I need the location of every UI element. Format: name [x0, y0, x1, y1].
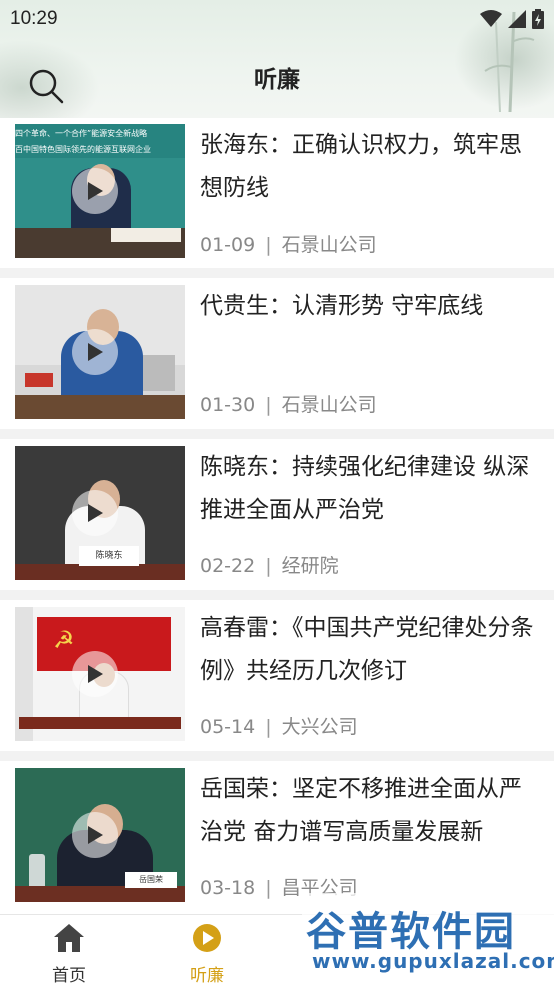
nameplate: 陈晓东 — [79, 546, 139, 566]
tab-listen[interactable]: 听廉 — [167, 923, 247, 984]
signal-icon — [508, 10, 526, 28]
item-title[interactable]: 陈晓东：持续强化纪律建设 纵深推进全面从严治党 — [200, 446, 535, 532]
item-source: 大兴公司 — [281, 716, 358, 738]
play-icon — [72, 490, 118, 536]
play-icon — [72, 651, 118, 697]
tab-label: 听廉 — [190, 966, 224, 984]
header: 10:29 听廉 — [0, 0, 554, 118]
item-date: 02-22 — [200, 555, 256, 577]
wifi-icon — [480, 10, 502, 27]
video-thumbnail[interactable]: 岳国荣 — [15, 768, 185, 902]
battery-icon — [532, 9, 544, 29]
list-item[interactable]: 岳国荣 岳国荣：坚定不移推进全面从严治党 奋力谱写高质量发展新 03-18 | 昌平… — [0, 761, 554, 914]
item-date: 05-14 — [200, 716, 256, 738]
list-item[interactable]: ☭ 高春雷：《中国共产党纪律处分条例》共经历几次修订 05-14 | 大兴公司 — [0, 600, 554, 751]
list-item[interactable]: 代贵生：认清形势 守牢底线 01-30 | 石景山公司 — [0, 278, 554, 429]
status-bar: 10:29 — [0, 0, 554, 38]
thumbnail-caption: 四个革命、一个合作”能源安全新战略 — [15, 129, 148, 138]
watermark: 谷普软件园 www.gupuxlazal.com — [302, 893, 554, 984]
item-title[interactable]: 高春雷：《中国共产党纪律处分条例》共经历几次修订 — [200, 607, 535, 693]
tab-home[interactable]: 首页 — [29, 923, 109, 984]
video-thumbnail[interactable]: ☭ — [15, 607, 185, 741]
play-circle-icon — [193, 924, 221, 952]
item-source: 经研院 — [281, 555, 339, 577]
item-source: 石景山公司 — [281, 234, 377, 256]
item-source: 石景山公司 — [281, 394, 377, 416]
watermark-url: www.gupuxlazal.com — [312, 949, 554, 973]
play-icon — [72, 812, 118, 858]
nameplate: 岳国荣 — [125, 872, 177, 888]
page-title: 听廉 — [254, 67, 300, 93]
play-icon — [72, 168, 118, 214]
item-date: 01-30 — [200, 394, 256, 416]
item-meta: 02-22 | 经研院 — [200, 555, 339, 577]
item-title[interactable]: 张海东：正确认识权力，筑牢思想防线 — [200, 124, 535, 210]
item-title[interactable]: 岳国荣：坚定不移推进全面从严治党 奋力谱写高质量发展新 — [200, 768, 535, 854]
item-date: 03-18 — [200, 877, 256, 899]
video-thumbnail[interactable]: 陈晓东 — [15, 446, 185, 580]
tab-label: 首页 — [52, 966, 86, 984]
play-icon — [72, 329, 118, 375]
emblem-icon: ☭ — [53, 626, 75, 654]
home-icon — [54, 924, 84, 952]
thumbnail-caption: 百中国特色国际领先的能源互联网企业 — [15, 145, 151, 154]
list-item[interactable]: 陈晓东 陈晓东：持续强化纪律建设 纵深推进全面从严治党 02-22 | 经研院 — [0, 439, 554, 590]
item-title[interactable]: 代贵生：认清形势 守牢底线 — [200, 285, 535, 328]
item-date: 01-09 — [200, 234, 256, 256]
item-meta: 01-30 | 石景山公司 — [200, 394, 377, 416]
video-thumbnail[interactable]: 四个革命、一个合作”能源安全新战略 百中国特色国际领先的能源互联网企业 — [15, 124, 185, 258]
item-meta: 05-14 | 大兴公司 — [200, 716, 358, 738]
item-meta: 01-09 | 石景山公司 — [200, 234, 377, 256]
video-thumbnail[interactable] — [15, 285, 185, 419]
list-item[interactable]: 四个革命、一个合作”能源安全新战略 百中国特色国际领先的能源互联网企业 张海东：… — [0, 118, 554, 268]
status-time: 10:29 — [10, 8, 58, 29]
